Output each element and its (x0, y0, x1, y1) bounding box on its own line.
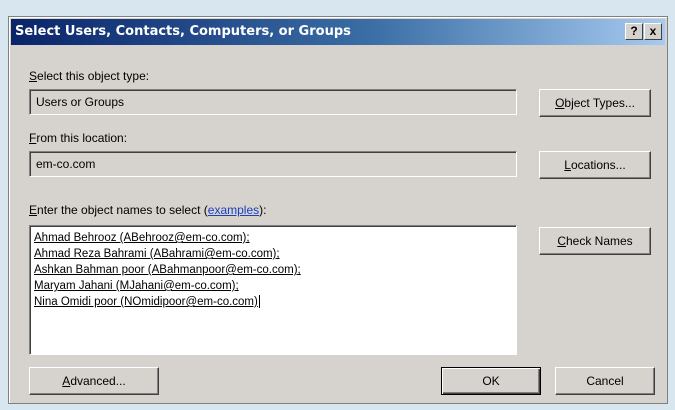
dialog-title: Select Users, Contacts, Computers, or Gr… (15, 24, 351, 39)
name-entry-last[interactable]: Nina Omidi poor (NOmidipoor@em-co.com) (34, 294, 512, 310)
help-button[interactable]: ? (625, 23, 643, 40)
advanced-button[interactable]: Advanced... (29, 367, 159, 395)
check-names-button[interactable]: Check Names (539, 227, 651, 255)
object-names-input[interactable]: Ahmad Behrooz (ABehrooz@em-co.com); Ahma… (29, 225, 517, 355)
object-types-button[interactable]: Object Types... (539, 89, 651, 117)
object-names-label: Enter the object names to select (exampl… (29, 203, 267, 217)
name-entry[interactable]: Ahmad Behrooz (ABehrooz@em-co.com); (34, 230, 512, 246)
location-field: em-co.com (29, 151, 517, 177)
name-entry[interactable]: Ashkan Bahman poor (ABahmanpoor@em-co.co… (34, 262, 512, 278)
cancel-button[interactable]: Cancel (555, 367, 655, 395)
title-bar[interactable]: Select Users, Contacts, Computers, or Gr… (11, 19, 665, 45)
name-entry[interactable]: Ahmad Reza Bahrami (ABahrami@em-co.com); (34, 246, 512, 262)
object-type-label: Select this object type: (29, 69, 150, 83)
locations-button[interactable]: Locations... (539, 151, 651, 179)
examples-link[interactable]: examples (208, 203, 259, 217)
close-button[interactable]: x (644, 23, 662, 40)
name-entry[interactable]: Maryam Jahani (MJahani@em-co.com); (34, 278, 512, 294)
ok-button[interactable]: OK (441, 367, 541, 395)
text-caret (258, 295, 260, 309)
object-type-field: Users or Groups (29, 89, 517, 115)
select-users-dialog: Select Users, Contacts, Computers, or Gr… (8, 16, 668, 404)
location-label: From this location: (29, 131, 128, 145)
